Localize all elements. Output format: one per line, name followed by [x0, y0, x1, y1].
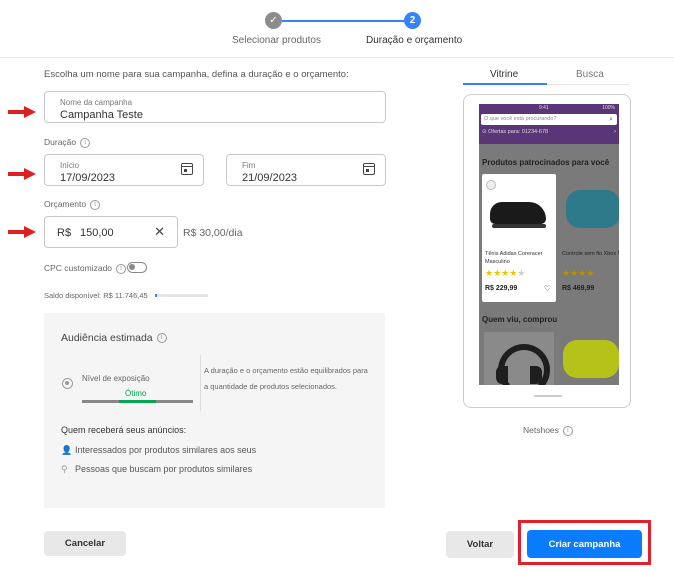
shoe-image: [490, 202, 546, 228]
start-date-value[interactable]: 17/09/2023: [60, 172, 115, 184]
product-card: Controle sem fio Xbox Shok Blue _ QAU-00…: [560, 174, 619, 302]
duration-label: Duração i: [44, 137, 91, 148]
budget-value[interactable]: 150,00: [80, 227, 114, 239]
star-rating: ★★★★: [562, 268, 595, 278]
status-bar: 9:41 100%: [479, 104, 619, 112]
stepper: ✓ 2 Selecionar produtos Duração e orçame…: [0, 0, 674, 58]
campaign-name-value[interactable]: Campanha Teste: [60, 109, 143, 121]
balance-label: Saldo disponível: R$ 11.746,45: [44, 291, 148, 300]
step-2-label: Duração e orçamento: [366, 35, 463, 46]
exposure-label: Nível de exposição: [82, 374, 150, 383]
product-price: R$ 469,99: [562, 285, 595, 292]
product-price: R$ 229,99: [485, 285, 518, 292]
calendar-icon[interactable]: [363, 163, 375, 175]
form-intro: Escolha um nome para sua campanha, defin…: [44, 69, 349, 80]
annotation-arrow-icon: [8, 106, 36, 118]
clear-icon[interactable]: ✕: [154, 224, 165, 240]
headphone-image: [484, 332, 554, 385]
product-name: Controle sem fio Xbox Shok Blue _ QAU-00…: [562, 251, 619, 257]
product-image: [484, 176, 552, 246]
offers-text: ⊙ Ofertas para: 01234-678: [482, 129, 549, 135]
start-date-label: Início: [60, 161, 80, 170]
end-date-field[interactable]: Fim 21/09/2023: [226, 154, 386, 186]
audience-title: Audiência estimada i: [61, 332, 167, 344]
sponsored-section-title: Produtos patrocinados para você: [482, 158, 610, 167]
search-icon: ⌕: [609, 116, 613, 123]
calendar-icon[interactable]: [181, 163, 193, 175]
chevron-right-icon: ›: [614, 129, 616, 135]
brand-badge-icon: [486, 180, 496, 190]
exposure-value: Ótimo: [125, 389, 147, 398]
budget-field[interactable]: R$ 150,00 ✕: [44, 216, 178, 248]
end-date-label: Fim: [242, 161, 256, 170]
cancel-button[interactable]: Cancelar: [44, 531, 126, 556]
preview-search-bar: O que você está procurando? ⌕: [481, 114, 617, 125]
campaign-name-label: Nome da campanha: [60, 98, 133, 107]
annotation-highlight-box: [518, 520, 651, 565]
product-name: Tênis Adidas Coreracer Masculino: [485, 251, 543, 265]
info-icon[interactable]: i: [116, 263, 127, 274]
store-name: Netshoes i: [523, 425, 573, 436]
currency-symbol: R$: [57, 227, 72, 239]
heart-icon: ♡: [543, 284, 551, 293]
step-1-label[interactable]: Selecionar produtos: [232, 35, 321, 46]
campaign-name-field[interactable]: Nome da campanha Campanha Teste: [44, 91, 386, 123]
back-button[interactable]: Voltar: [446, 531, 514, 558]
tab-vitrine[interactable]: Vitrine: [490, 69, 518, 80]
end-date-value[interactable]: 21/09/2023: [242, 172, 297, 184]
star-rating: ★★★★★: [485, 268, 526, 278]
tab-busca[interactable]: Busca: [576, 69, 604, 80]
info-icon[interactable]: i: [156, 333, 167, 344]
budget-label: Orçamento i: [44, 199, 101, 210]
active-tab-indicator: [463, 83, 547, 85]
person-icon: 👤: [61, 445, 73, 455]
controller-image: [566, 190, 619, 228]
divider: [200, 355, 201, 411]
exposure-icon: [62, 378, 73, 389]
phone-preview: 9:41 100% O que você está procurando? ⌕ …: [463, 94, 631, 408]
exposure-segment-low: [82, 400, 119, 403]
exposure-segment-optimal: [119, 400, 156, 403]
also-bought-section-title: Quem viu, comprou: [482, 315, 558, 324]
exposure-description: A duração e o orçamento estão equilibrad…: [204, 366, 368, 391]
annotation-arrow-icon: [8, 168, 36, 180]
step-connector: [282, 20, 404, 22]
info-icon[interactable]: i: [90, 199, 101, 210]
exposure-segment-high: [156, 400, 193, 403]
audience-panel: Audiência estimada i Nível de exposição Ó…: [44, 313, 385, 508]
status-time: 9:41: [539, 105, 549, 111]
info-icon[interactable]: i: [562, 425, 573, 436]
cpc-label: CPC customizado i: [44, 263, 127, 274]
app-header: 9:41 100% O que você está procurando? ⌕ …: [479, 104, 619, 144]
who-item: ⚲ Pessoas que buscam por produtos similar…: [61, 464, 253, 474]
info-icon[interactable]: i: [80, 137, 91, 148]
phone-home-bar: [534, 395, 562, 397]
phone-screen: 9:41 100% O que você está procurando? ⌕ …: [479, 104, 619, 385]
start-date-field[interactable]: Início 17/09/2023: [44, 154, 204, 186]
step-2-indicator: 2: [404, 12, 421, 29]
step-1-check-icon: ✓: [265, 12, 282, 29]
cpc-toggle[interactable]: [127, 262, 147, 273]
who-item: 👤 Interessados por produtos similares aos…: [61, 445, 257, 455]
controller-image: [563, 340, 619, 378]
product-card: Tênis Adidas Coreracer Masculino ★★★★★ R…: [482, 174, 556, 302]
search-icon: ⚲: [61, 464, 68, 474]
who-title: Quem receberá seus anúncios:: [61, 425, 187, 435]
balance-bar: [155, 294, 208, 297]
budget-per-day: R$ 30,00/dia: [183, 227, 243, 239]
status-battery: 100%: [602, 105, 615, 111]
annotation-arrow-icon: [8, 226, 36, 238]
